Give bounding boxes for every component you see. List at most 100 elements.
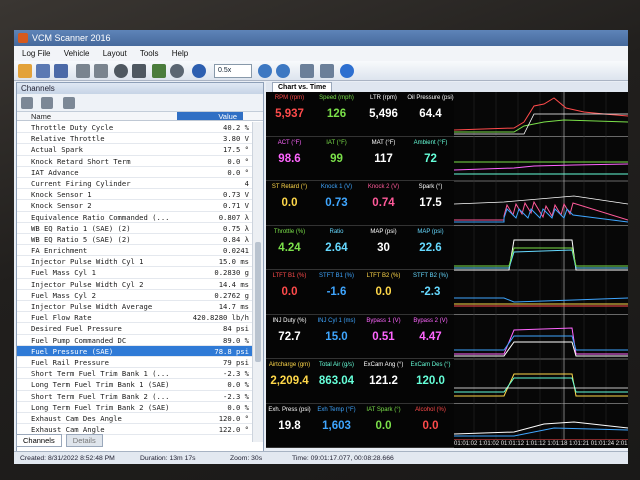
gauge-cell[interactable]: MAP (psi) 22.6: [407, 226, 454, 270]
channel-row[interactable]: Knock Sensor 1 0.73 V: [17, 189, 253, 201]
channel-row[interactable]: Actual Spark 17.5 °: [17, 144, 253, 156]
gauge-cell[interactable]: LTFT B2 (%) 0.0: [360, 270, 407, 314]
gauge-value: 98.6: [278, 152, 301, 165]
channel-row[interactable]: Long Term Fuel Trim Bank 2 (SAE) 0.0 %: [17, 402, 253, 413]
channel-row[interactable]: FA Enrichment 0.0241: [17, 245, 253, 257]
gauge-cell[interactable]: Speed (mph) 126: [313, 92, 360, 136]
gauge-cell[interactable]: Ambient (°F) 72: [407, 137, 454, 181]
channel-row[interactable]: Fuel Rail Pressure 79 psi: [17, 357, 253, 369]
gauge-cell[interactable]: STFT B2 (%) -2.3: [407, 270, 454, 314]
channel-name: WB EQ Ratio 1 (SAE) (2): [31, 223, 131, 233]
gauge-cell[interactable]: Bypass 2 (V) 4.47: [407, 315, 454, 359]
gauge-label: STFT B1 (%): [319, 273, 354, 279]
channel-row[interactable]: Current Firing Cylinder 4: [17, 178, 253, 190]
channel-name: Equivalence Ratio Commanded (...: [31, 212, 170, 222]
channel-row[interactable]: Fuel Pump Commanded DC 89.0 %: [17, 335, 253, 346]
gauge-cell[interactable]: ST Retard (°) 0.0: [266, 181, 313, 225]
channel-name: Injector Pulse Width Cyl 1: [31, 257, 144, 267]
time-chart[interactable]: [454, 92, 628, 448]
gauge-cell[interactable]: MAP (psi) 30: [360, 226, 407, 270]
channel-settings-icon[interactable]: [63, 97, 75, 109]
tab-channels[interactable]: Channels: [16, 434, 62, 447]
gauge-cell[interactable]: LTR (rpm) 5,496: [360, 92, 407, 136]
channel-row[interactable]: Throttle Duty Cycle 40.2 %: [17, 122, 253, 134]
gauge-cell[interactable]: IAT (°F) 99: [313, 137, 360, 181]
channel-row[interactable]: Fuel Pressure (SAE) 78.8 psi: [17, 345, 253, 357]
channel-row[interactable]: IAT Advance 0.0 °: [17, 167, 253, 178]
gauge-cell[interactable]: LTFT B1 (%) 0.0: [266, 270, 313, 314]
menu-help[interactable]: Help: [172, 49, 188, 58]
menu-vehicle[interactable]: Vehicle: [64, 49, 90, 58]
gauge-cell[interactable]: Ratio 2.64: [313, 226, 360, 270]
playback-speed-select[interactable]: 0.5x: [214, 64, 252, 78]
play-icon[interactable]: [192, 64, 206, 78]
gauge-cell[interactable]: IAT Spark (°) 0.0: [360, 404, 407, 448]
column-value[interactable]: Value: [177, 112, 243, 121]
open-file-icon[interactable]: [18, 64, 32, 78]
vehicle-connect-icon[interactable]: [94, 64, 108, 78]
channel-row[interactable]: WB EQ Ratio 5 (SAE) (2) 0.84 λ: [17, 234, 253, 246]
gauge-cell[interactable]: Oil Pressure (psi) 64.4: [407, 92, 454, 136]
gauge-cell[interactable]: INJ Cyl 1 (ms) 15.0: [313, 315, 360, 359]
gauge-cell[interactable]: ExCam Ang (°) 121.2: [360, 359, 407, 403]
info-icon[interactable]: [340, 64, 354, 78]
gauge-cell[interactable]: Knock 2 (V) 0.74: [360, 181, 407, 225]
tab-details[interactable]: Details: [65, 434, 103, 447]
gauge-cell[interactable]: ExCam Des (°) 120.0: [407, 359, 454, 403]
channel-row[interactable]: WB EQ Ratio 1 (SAE) (2) 0.75 λ: [17, 223, 253, 234]
channel-row[interactable]: Injector Pulse Width Cyl 2 14.4 ms: [17, 279, 253, 290]
gauge-cell[interactable]: INJ Duty (%) 72.7: [266, 315, 313, 359]
save-as-icon[interactable]: [54, 64, 68, 78]
channel-row[interactable]: Fuel Flow Rate 420.8280 lb/h: [17, 312, 253, 324]
gauge-cell[interactable]: ACT (°F) 98.6: [266, 137, 313, 181]
gauge-cell[interactable]: STFT B1 (%) -1.6: [313, 270, 360, 314]
channel-row[interactable]: Knock Sensor 2 0.71 V: [17, 200, 253, 212]
channel-row[interactable]: Exhaust Cam Des Angle 120.0 °: [17, 413, 253, 425]
menu-log-file[interactable]: Log File: [22, 49, 50, 58]
gauge-icon[interactable]: [152, 64, 166, 78]
gauge-cell[interactable]: Throttle (%) 4.24: [266, 226, 313, 270]
menu-layout[interactable]: Layout: [103, 49, 127, 58]
channel-value: 122.0 °: [218, 425, 249, 435]
add-channel-icon[interactable]: [21, 97, 33, 109]
layout-icon[interactable]: [300, 64, 314, 78]
gauge-cell[interactable]: MAT (°F) 117: [360, 137, 407, 181]
vehicle-icon[interactable]: [76, 64, 90, 78]
time-chart-svg: [454, 92, 628, 448]
channel-row[interactable]: Relative Throttle 3.80 V: [17, 133, 253, 145]
record-icon[interactable]: [114, 64, 128, 78]
channel-row[interactable]: Short Term Fuel Trim Bank 1 (... -2.3 %: [17, 368, 253, 380]
gauge-cell[interactable]: Bypass 1 (V) 0.51: [360, 315, 407, 359]
gauge-cell[interactable]: Exh. Press (psi) 19.8: [266, 404, 313, 448]
channels-scrollbar[interactable]: [252, 122, 263, 442]
channel-row[interactable]: Injector Pulse Width Average 14.7 ms: [17, 301, 253, 313]
channel-row[interactable]: Fuel Mass Cyl 2 0.2762 g: [17, 290, 253, 301]
gauge-cell[interactable]: Exh Temp (°F) 1,603: [313, 404, 360, 448]
channel-row[interactable]: Knock Retard Short Term 0.0 °: [17, 156, 253, 167]
power-icon[interactable]: [170, 64, 184, 78]
stop-icon[interactable]: [132, 64, 146, 78]
gauge-cell[interactable]: Airtcharge (gm) 2,209.4: [266, 359, 313, 403]
zoom-out-icon[interactable]: [276, 64, 290, 78]
channel-row[interactable]: Short Term Fuel Trim Bank 2 (... -2.3 %: [17, 391, 253, 402]
save-icon[interactable]: [36, 64, 50, 78]
remove-channel-icon[interactable]: [41, 97, 53, 109]
channel-row[interactable]: Long Term Fuel Trim Bank 1 (SAE) 0.0 %: [17, 379, 253, 391]
scrollbar-thumb[interactable]: [255, 242, 261, 362]
column-name[interactable]: Name: [17, 112, 177, 121]
channel-row[interactable]: Fuel Mass Cyl 1 0.2830 g: [17, 267, 253, 279]
channel-row[interactable]: Equivalence Ratio Commanded (... 0.807 λ: [17, 212, 253, 223]
gauge-label: Alcohol (%): [415, 406, 446, 413]
gauge-cell[interactable]: Alcohol (%) 0.0: [407, 404, 454, 448]
channel-row[interactable]: Injector Pulse Width Cyl 1 15.0 ms: [17, 256, 253, 268]
gauge-row: INJ Duty (%) 72.7 INJ Cyl 1 (ms) 15.0 Bypass…: [266, 315, 454, 359]
gauge-value: 5,937: [275, 108, 304, 120]
zoom-in-icon[interactable]: [258, 64, 272, 78]
menu-tools[interactable]: Tools: [140, 49, 159, 58]
gauge-cell[interactable]: RPM (rpm) 5,937: [266, 92, 313, 136]
gauge-cell[interactable]: Spark (°) 17.5: [407, 181, 454, 225]
gauge-cell[interactable]: Total Air (g/s) 863.04: [313, 359, 360, 403]
channel-row[interactable]: Desired Fuel Pressure 84 psi: [17, 323, 253, 335]
chart-settings-icon[interactable]: [320, 64, 334, 78]
gauge-cell[interactable]: Knock 1 (V) 0.73: [313, 181, 360, 225]
